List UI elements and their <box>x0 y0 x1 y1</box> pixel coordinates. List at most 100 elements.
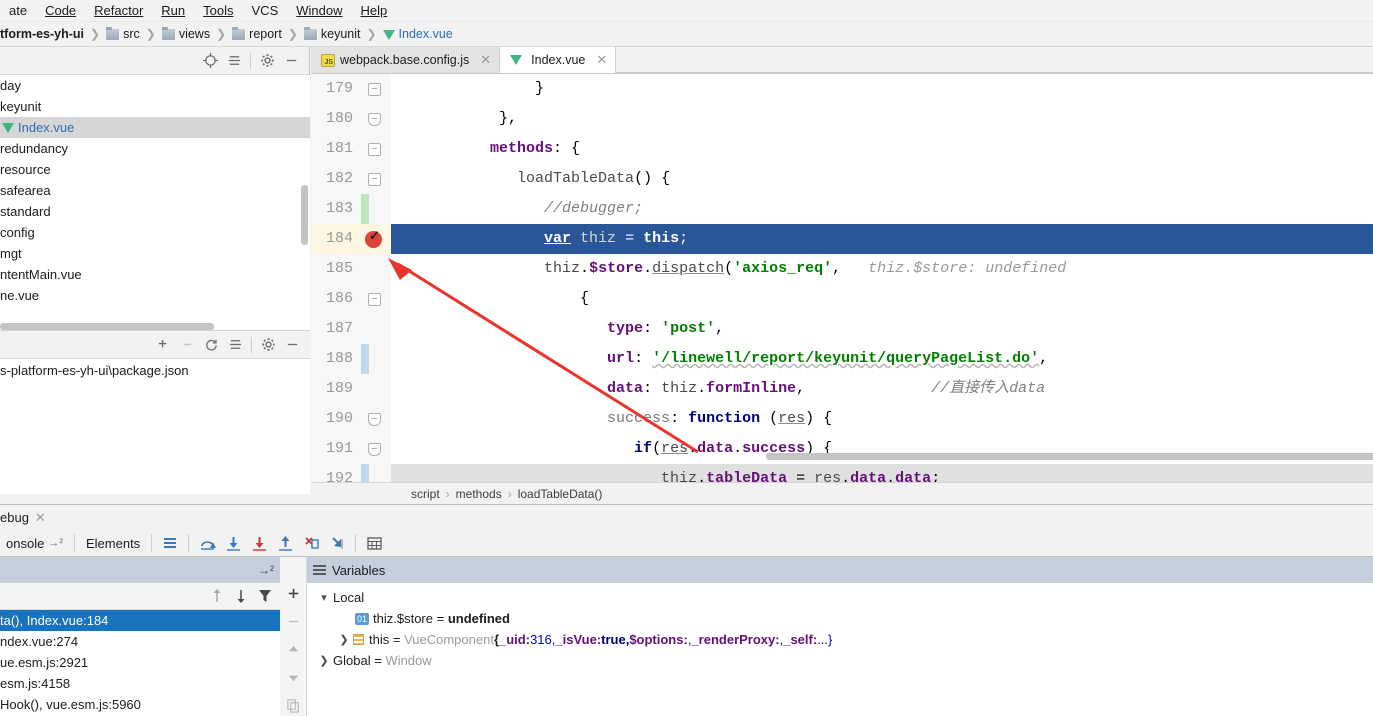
drop-frame-icon[interactable] <box>324 531 350 555</box>
breadcrumb-loadtabledata[interactable]: loadTableData() <box>518 487 603 501</box>
variables-row-local[interactable]: ▾ Local <box>307 587 1373 608</box>
tree-item[interactable]: redundancy <box>0 138 310 159</box>
gutter-marks[interactable]: − <box>361 164 391 194</box>
copy-icon[interactable] <box>282 695 304 715</box>
close-icon[interactable]: ✕ <box>596 52 607 68</box>
tab-elements[interactable]: Elements <box>80 536 146 551</box>
menu-item-help[interactable]: Help <box>352 1 397 20</box>
evaluate-icon[interactable] <box>361 531 387 555</box>
tab-console[interactable]: onsole →² <box>0 536 69 551</box>
code-line[interactable]: 183 //debugger; <box>311 194 1373 224</box>
fold-minus-icon[interactable]: − <box>368 293 381 306</box>
move-up-icon[interactable] <box>282 639 304 659</box>
remove-icon[interactable] <box>282 611 304 631</box>
tree-item[interactable]: keyunit <box>0 96 310 117</box>
sort-up-icon[interactable] <box>206 586 228 606</box>
frame-list-item[interactable]: esm.js:4158 <box>0 673 280 694</box>
chevron-right-icon[interactable]: ❯ <box>335 633 353 646</box>
refresh-icon[interactable] <box>199 334 223 356</box>
tree-horizontal-scrollbar[interactable] <box>0 323 214 330</box>
breadcrumb-project[interactable]: tform-es-yh-ui <box>0 27 84 41</box>
breadcrumb-item-src[interactable]: src <box>106 26 140 41</box>
fold-minus-icon[interactable]: − <box>368 83 381 96</box>
variables-row-global[interactable]: ❯ Global = Window <box>307 650 1373 671</box>
chevron-right-icon[interactable]: ❯ <box>315 654 333 667</box>
gutter-marks[interactable] <box>361 464 391 482</box>
variables-row-this[interactable]: ❯ this = VueComponent { _uid: 316, _isVu… <box>307 629 1373 650</box>
filter-icon[interactable] <box>254 586 276 606</box>
menu-item-ate[interactable]: ate <box>0 1 36 20</box>
menu-icon[interactable] <box>157 531 183 555</box>
tree-item[interactable]: safearea <box>0 180 310 201</box>
code-line[interactable]: 192 thiz.tableData = res.data.data; <box>311 464 1373 482</box>
tree-vertical-scrollbar[interactable] <box>301 185 308 245</box>
collapse-all-icon[interactable] <box>222 50 246 72</box>
code-line[interactable]: 181 − methods: { <box>311 134 1373 164</box>
code-viewport[interactable]: 179 − } 180 − }, 181 − methods: {182 − … <box>311 74 1373 482</box>
force-step-into-icon[interactable] <box>246 531 272 555</box>
gutter-marks[interactable] <box>361 314 391 344</box>
step-into-icon[interactable] <box>220 531 246 555</box>
code-line[interactable]: 190 − success: function (res) { <box>311 404 1373 434</box>
gutter-marks[interactable]: − <box>361 104 391 134</box>
chevron-down-icon[interactable]: ▾ <box>315 591 333 604</box>
minimize-icon[interactable] <box>280 334 304 356</box>
editor-horizontal-scrollbar[interactable] <box>766 453 1373 460</box>
tree-item[interactable]: standard <box>0 201 310 222</box>
gutter-marks[interactable]: − <box>361 284 391 314</box>
close-icon[interactable]: ✕ <box>35 510 46 526</box>
tab-index-vue[interactable]: Index.vue ✕ <box>500 47 617 73</box>
close-icon[interactable]: ✕ <box>480 52 491 68</box>
sort-down-icon[interactable] <box>230 586 252 606</box>
tree-item[interactable]: ne.vue <box>0 285 310 306</box>
fold-minus-icon[interactable]: − <box>368 143 381 156</box>
code-line[interactable]: 189 data: thiz.formInline, //直接传入data <box>311 374 1373 404</box>
gutter-marks[interactable] <box>361 344 391 374</box>
gear-icon[interactable] <box>255 50 279 72</box>
gutter-marks[interactable]: − <box>361 434 391 464</box>
fold-arrow-icon[interactable]: − <box>368 113 381 126</box>
menu-item-window[interactable]: Window <box>287 1 351 20</box>
gutter-marks[interactable] <box>361 374 391 404</box>
code-line[interactable]: 180 − }, <box>311 104 1373 134</box>
breadcrumb-item-file[interactable]: Index.vue <box>382 27 453 41</box>
tab-webpack-base-config[interactable]: JS webpack.base.config.js ✕ <box>311 47 501 73</box>
move-down-icon[interactable] <box>282 667 304 687</box>
fold-arrow-icon[interactable]: − <box>368 413 381 426</box>
breadcrumb-methods[interactable]: methods <box>456 487 502 501</box>
tree-item-index-vue[interactable]: Index.vue <box>0 117 310 138</box>
tree-item[interactable]: day <box>0 75 310 96</box>
breadcrumb-item-views[interactable]: views <box>161 26 210 41</box>
code-line-current[interactable]: 184 var thiz = this; <box>311 224 1373 254</box>
add-icon[interactable] <box>151 334 175 356</box>
breadcrumb-script[interactable]: script <box>411 487 440 501</box>
breadcrumb-item-report[interactable]: report <box>232 26 282 41</box>
debug-tab[interactable]: ebug ✕ <box>0 510 46 526</box>
code-line[interactable]: 182 − loadTableData() { <box>311 164 1373 194</box>
breadcrumb-item-keyunit[interactable]: keyunit <box>303 26 360 41</box>
tree-item[interactable]: config <box>0 222 310 243</box>
gutter-breakpoint-area[interactable] <box>361 224 391 254</box>
frame-list-item[interactable]: ta(), Index.vue:184 <box>0 610 280 631</box>
npm-list-item[interactable]: s-platform-es-yh-ui\package.json <box>0 359 310 381</box>
variables-row-thiz-store[interactable]: 01 thiz.$store = undefined <box>307 608 1373 629</box>
step-over-icon[interactable] <box>194 531 220 555</box>
run-to-cursor-icon[interactable] <box>298 531 324 555</box>
gutter-marks[interactable] <box>361 254 391 284</box>
step-out-icon[interactable] <box>272 531 298 555</box>
add-icon[interactable] <box>282 583 304 603</box>
frame-list-item[interactable]: Hook(), vue.esm.js:5960 <box>0 694 280 715</box>
gutter-marks[interactable]: − <box>361 404 391 434</box>
fold-minus-icon[interactable]: − <box>368 173 381 186</box>
breakpoint-icon[interactable] <box>365 228 382 248</box>
menu-item-run[interactable]: Run <box>152 1 194 20</box>
code-line[interactable]: 185 thiz.$store.dispatch('axios_req', th… <box>311 254 1373 284</box>
pin-icon[interactable]: →² <box>258 563 274 577</box>
locate-icon[interactable] <box>198 50 222 72</box>
fold-arrow-icon[interactable]: − <box>368 443 381 456</box>
gutter-marks[interactable]: − <box>361 74 391 104</box>
frame-list-item[interactable]: ndex.vue:274 <box>0 631 280 652</box>
frame-list-item[interactable]: ue.esm.js:2921 <box>0 652 280 673</box>
remove-icon[interactable] <box>175 334 199 356</box>
menu-item-vcs[interactable]: VCS <box>243 1 288 20</box>
